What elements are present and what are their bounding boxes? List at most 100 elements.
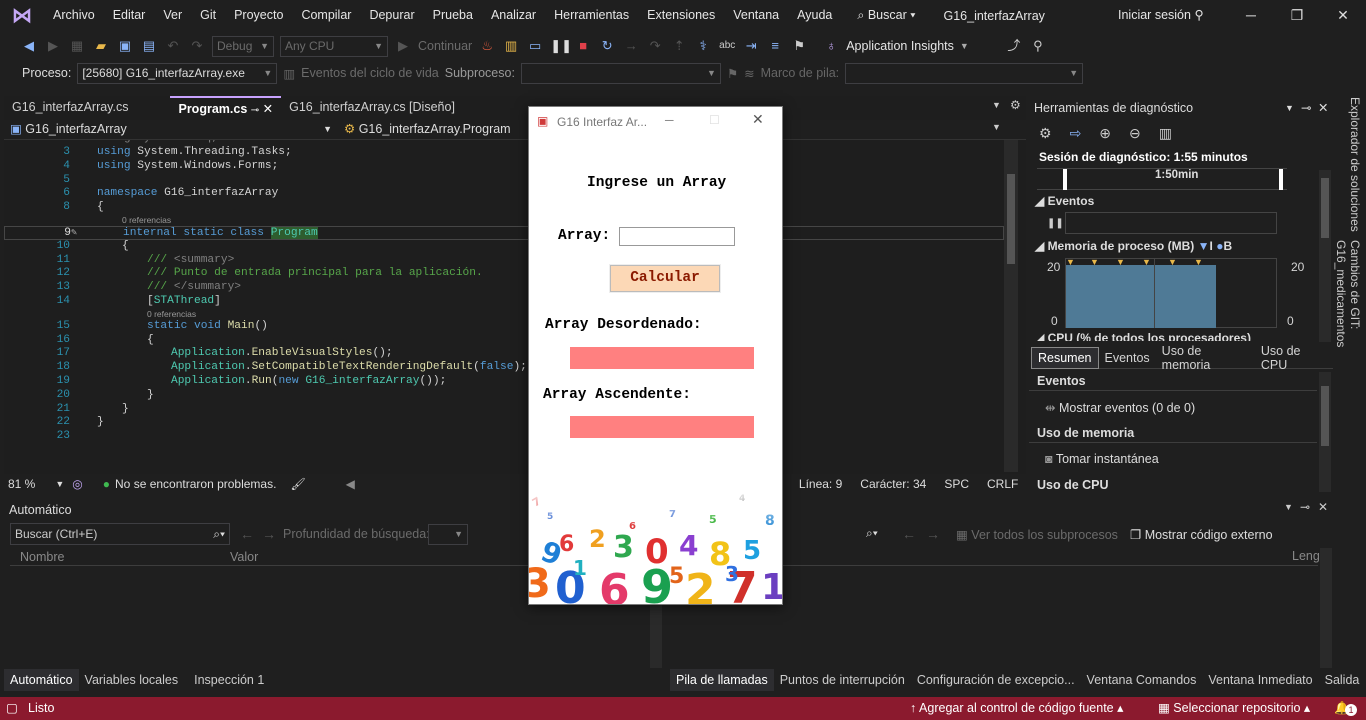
subprocess-select[interactable]: ▼ — [520, 62, 721, 84]
code-lens[interactable]: 0 referencias — [4, 215, 1004, 226]
tab-automatico[interactable]: Automático — [4, 669, 79, 691]
chevron-down-icon[interactable]: ▼ — [1284, 502, 1293, 512]
events-section[interactable]: ◢ Eventos — [1035, 194, 1094, 208]
tab-uso-cpu[interactable]: Uso de CPU — [1255, 344, 1333, 372]
tab-designer[interactable]: G16_interfazArray.cs [Diseño] — [281, 96, 463, 118]
column-header-value[interactable]: Valor — [230, 550, 258, 564]
chevron-down-icon[interactable]: ▼ — [960, 41, 969, 51]
config-select[interactable]: Debug ▼ — [212, 35, 274, 57]
tab-program-cs[interactable]: Program.cs ⊸ ✕ — [170, 96, 282, 118]
zoom-select[interactable]: 81 % — [8, 477, 35, 491]
step-out-icon[interactable]: ⇡ — [670, 37, 688, 55]
menu-archivo[interactable]: Archivo — [44, 0, 104, 31]
chart-icon[interactable]: ▥ — [1159, 125, 1172, 142]
minimize-icon[interactable]: ─ — [1228, 0, 1274, 31]
share-icon[interactable]: ⤴ — [1005, 37, 1023, 55]
step-over-icon[interactable]: ↷ — [646, 37, 664, 55]
close-icon[interactable]: ✕ — [1320, 0, 1366, 31]
show-external-code-button[interactable]: ❐ Mostrar código externo — [1130, 527, 1273, 542]
bookmark-icon[interactable]: ⚑ — [790, 37, 808, 55]
thread-icon[interactable]: ≋ — [744, 66, 754, 81]
menu-ayuda[interactable]: Ayuda — [788, 0, 841, 31]
chevron-down-icon[interactable]: ▼ — [992, 122, 1001, 132]
line-status[interactable]: Línea: 9 — [799, 477, 842, 491]
flag-icon[interactable]: ⚑ — [727, 66, 738, 81]
save-icon[interactable]: ▣ — [116, 37, 134, 55]
menu-ventana[interactable]: Ventana — [724, 0, 788, 31]
menu-herramientas[interactable]: Herramientas — [545, 0, 638, 31]
code-lens[interactable]: 0 referencias — [4, 309, 1004, 320]
process-select[interactable]: [25680] G16_interfazArray.exe ▼ — [77, 62, 278, 84]
lifecycle-events-button[interactable]: Eventos del ciclo de vida — [301, 66, 439, 80]
layout-icon[interactable]: ▭ — [526, 37, 544, 55]
scroll-left-icon[interactable]: ◀ — [346, 477, 355, 491]
column-header-language[interactable]: Leng — [1292, 549, 1320, 563]
char-status[interactable]: Carácter: 34 — [860, 477, 926, 491]
depth-select[interactable]: ▼ — [428, 524, 468, 545]
cpu-section[interactable]: ◢ CPU (% de todos los procesadores) — [1035, 332, 1315, 341]
spell-check-icon[interactable]: abc — [718, 37, 736, 55]
close-icon[interactable]: ✕ — [1318, 96, 1328, 120]
tab-ventana-comandos[interactable]: Ventana Comandos — [1081, 669, 1203, 691]
search-menu[interactable]: ⌕ Buscar ▾ — [847, 8, 925, 23]
feedback-icon[interactable]: ⚲ — [1029, 37, 1047, 55]
memory-section[interactable]: ◢ Memoria de proceso (MB) ▼I ●B — [1035, 239, 1232, 253]
tab-eventos[interactable]: Eventos — [1099, 351, 1156, 365]
menu-compilar[interactable]: Compilar — [292, 0, 360, 31]
indent-icon[interactable]: ⇥ — [742, 37, 760, 55]
issues-status[interactable]: No se encontraron problemas. — [115, 477, 276, 491]
tab-resumen[interactable]: Resumen — [1031, 346, 1099, 369]
code-area[interactable]: using System.Linq; 3using System.Threadi… — [4, 140, 1004, 444]
undo-icon[interactable]: ↶ — [164, 37, 182, 55]
play-icon[interactable]: ▶ — [394, 37, 412, 55]
close-icon[interactable]: ✕ — [1318, 500, 1328, 514]
tab-ventana-inmediato[interactable]: Ventana Inmediato — [1202, 669, 1318, 691]
attach-icon[interactable]: ▥ — [502, 37, 520, 55]
menu-ver[interactable]: Ver — [154, 0, 191, 31]
project-nav-select[interactable]: ▣ G16_interfazArray ▼ — [4, 120, 338, 139]
stack-frame-select[interactable]: ▼ — [845, 62, 1084, 84]
sign-in-link[interactable]: Iniciar sesión ⚲ — [1118, 0, 1204, 31]
scrollbar-thumb[interactable] — [1007, 174, 1015, 264]
menu-depurar[interactable]: Depurar — [360, 0, 423, 31]
diagnostic-icon[interactable]: ⚕ — [694, 37, 712, 55]
lifecycle-icon[interactable]: ▥ — [283, 66, 295, 81]
hot-reload-icon[interactable]: ♨ — [478, 37, 496, 55]
close-icon[interactable]: ✕ — [752, 111, 764, 128]
comment-icon[interactable]: ≡ — [766, 37, 784, 55]
minimize-icon[interactable]: ─ — [665, 113, 674, 127]
crlf-status[interactable]: CRLF — [987, 477, 1018, 491]
all-threads-button[interactable]: ▦ Ver todos los subprocesos — [956, 527, 1118, 542]
pin-icon[interactable]: ⊸ — [251, 105, 259, 116]
save-all-icon[interactable]: ▤ — [140, 37, 158, 55]
copilot-icon[interactable]: ◎ — [72, 477, 82, 491]
chevron-down-icon[interactable]: ▼ — [1285, 96, 1294, 120]
tab-uso-memoria[interactable]: Uso de memoria — [1156, 344, 1255, 372]
pin-icon[interactable]: ⊸ — [1300, 500, 1310, 514]
spc-status[interactable]: SPC — [944, 477, 969, 491]
menu-prueba[interactable]: Prueba — [424, 0, 482, 31]
app-insights-button[interactable]: Application Insights — [846, 39, 954, 53]
restore-icon[interactable]: ❐ — [1274, 0, 1320, 31]
restart-icon[interactable]: ↻ — [598, 37, 616, 55]
close-tab-icon[interactable]: ✕ — [263, 102, 273, 116]
pin-icon[interactable]: ⊸ — [1301, 96, 1311, 120]
column-header-name[interactable]: Nombre — [20, 550, 230, 564]
pause-icon[interactable]: ❚❚ — [1047, 218, 1064, 229]
zoom-out-icon[interactable]: ⊖ — [1129, 125, 1141, 142]
tab-pila-llamadas[interactable]: Pila de llamadas — [670, 669, 774, 691]
tab-configuracion-excepciones[interactable]: Configuración de excepcio... — [911, 669, 1081, 691]
solution-explorer-tab[interactable]: Explorador de soluciones — [1338, 97, 1362, 233]
menu-editar[interactable]: Editar — [104, 0, 155, 31]
tab-salida[interactable]: Salida — [1319, 669, 1366, 691]
chevron-down-icon[interactable]: ▼ — [55, 479, 64, 489]
menu-extensiones[interactable]: Extensiones — [638, 0, 724, 31]
export-icon[interactable]: ⇨ — [1070, 125, 1082, 142]
menu-git[interactable]: Git — [191, 0, 225, 31]
tab-overflow-icon[interactable]: ▼ — [992, 100, 1001, 110]
redo-icon[interactable]: ↷ — [188, 37, 206, 55]
array-input[interactable] — [619, 227, 735, 246]
settings-icon[interactable]: ⚙ — [1010, 98, 1021, 112]
cleanup-icon[interactable]: 🖌 — [290, 477, 305, 491]
timeline-start-handle[interactable] — [1063, 169, 1067, 190]
